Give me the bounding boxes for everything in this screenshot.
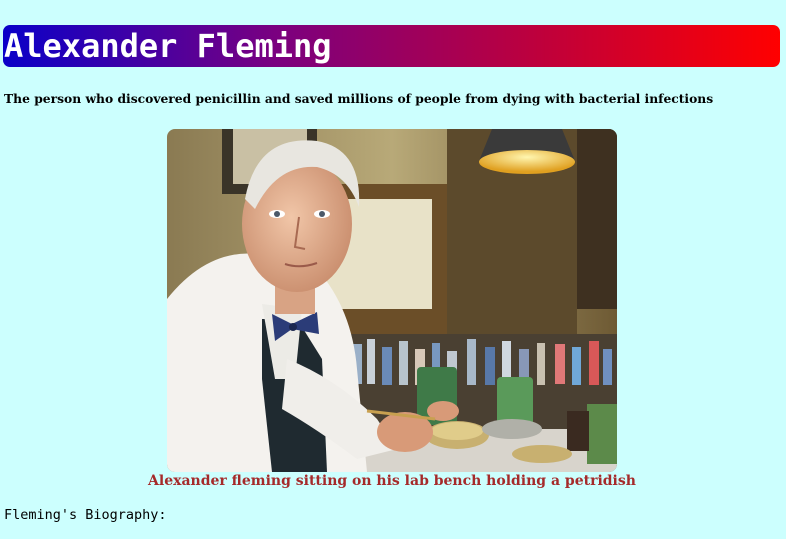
biography-heading: Fleming's Biography: [4, 507, 167, 523]
photo-caption-text: Alexander fleming sitting on his lab ben… [148, 473, 636, 489]
photo-caption: Alexander fleming sitting on his lab ben… [0, 472, 786, 490]
page-tagline: The person who discovered penicillin and… [4, 91, 714, 106]
page-title: Alexander Fleming [4, 27, 332, 65]
fleming-photo [167, 129, 617, 472]
